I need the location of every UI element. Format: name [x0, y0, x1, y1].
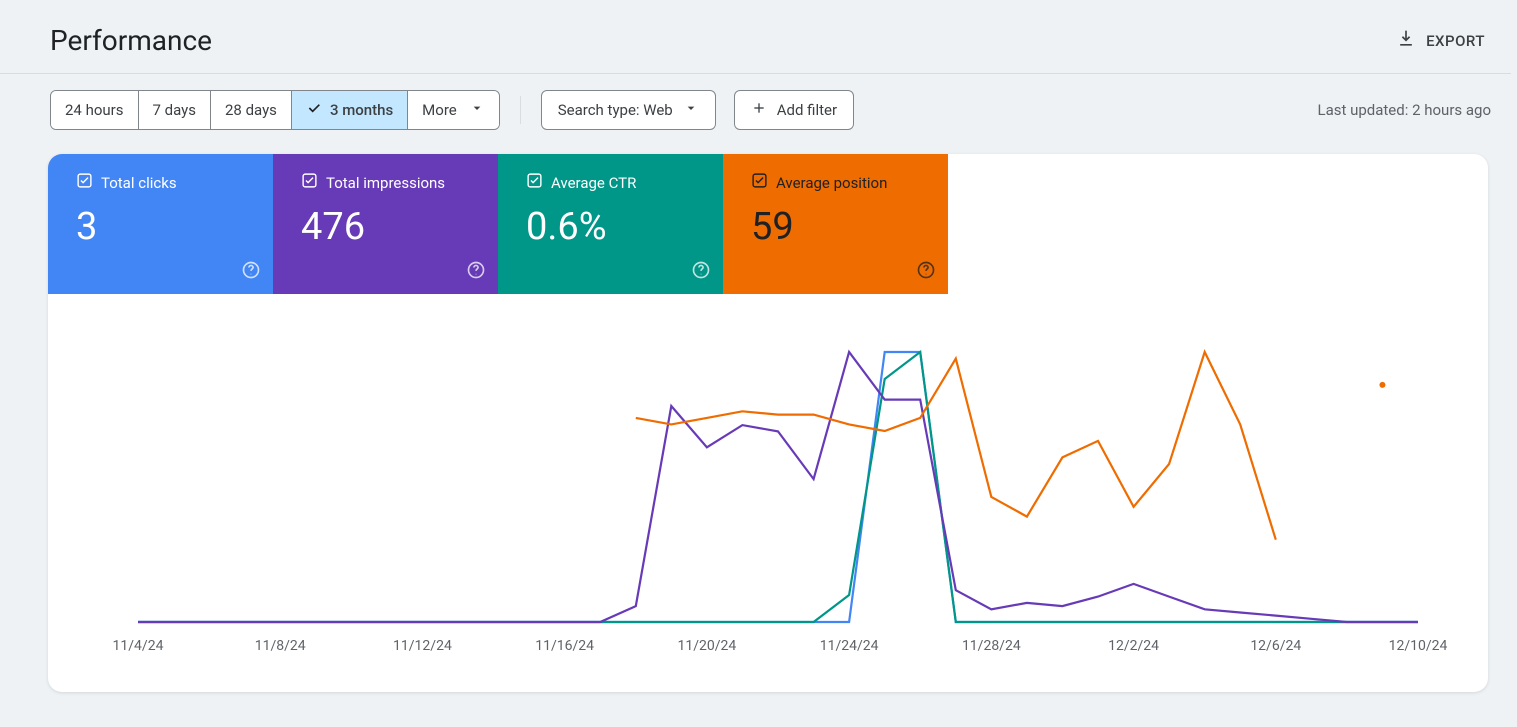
metric-value: 59 [751, 205, 932, 249]
metric-value: 0.6% [526, 205, 707, 249]
download-icon [1396, 29, 1416, 53]
metric-average-ctr[interactable]: Average CTR 0.6% [498, 154, 723, 294]
metric-average-position[interactable]: Average position 59 [723, 154, 948, 294]
metric-label: Average position [776, 174, 887, 192]
svg-text:12/6/24: 12/6/24 [1250, 638, 1301, 654]
plus-icon [751, 100, 767, 120]
search-type-dropdown[interactable]: Search type: Web [541, 90, 716, 130]
divider [520, 96, 521, 124]
export-label: EXPORT [1426, 32, 1485, 50]
metric-label: Total clicks [101, 174, 177, 192]
help-icon[interactable] [466, 260, 486, 284]
checkbox-checked-icon [751, 172, 768, 193]
metric-tiles: Total clicks 3 Total impressions 476 [48, 154, 1488, 294]
svg-text:11/16/24: 11/16/24 [535, 638, 594, 654]
help-icon[interactable] [241, 260, 261, 284]
performance-chart[interactable]: 11/4/24 11/8/24 11/12/24 11/16/24 11/20/24 11… [88, 342, 1448, 662]
checkbox-checked-icon [76, 172, 93, 193]
svg-text:11/28/24: 11/28/24 [962, 638, 1021, 654]
svg-text:12/2/24: 12/2/24 [1108, 638, 1159, 654]
range-option-24h[interactable]: 24 hours [51, 91, 139, 129]
metric-total-clicks[interactable]: Total clicks 3 [48, 154, 273, 294]
svg-text:11/12/24: 11/12/24 [393, 638, 452, 654]
range-option-more[interactable]: More [408, 91, 499, 129]
svg-text:11/4/24: 11/4/24 [113, 638, 164, 654]
svg-text:11/20/24: 11/20/24 [678, 638, 737, 654]
chevron-down-icon [683, 100, 699, 120]
svg-text:11/8/24: 11/8/24 [255, 638, 306, 654]
metric-total-impressions[interactable]: Total impressions 476 [273, 154, 498, 294]
last-updated: Last updated: 2 hours ago [1317, 101, 1501, 119]
metric-label: Total impressions [326, 174, 445, 192]
help-icon[interactable] [691, 260, 711, 284]
checkbox-checked-icon [301, 172, 318, 193]
check-icon [306, 100, 322, 120]
metric-value: 476 [301, 205, 482, 249]
export-button[interactable]: EXPORT [1396, 29, 1495, 53]
date-range-segmented: 24 hours 7 days 28 days 3 months More [50, 90, 500, 130]
checkbox-checked-icon [526, 172, 543, 193]
help-icon[interactable] [916, 260, 936, 284]
svg-text:11/24/24: 11/24/24 [820, 638, 879, 654]
svg-text:12/10/24: 12/10/24 [1389, 638, 1448, 654]
range-option-7d[interactable]: 7 days [139, 91, 212, 129]
range-option-28d[interactable]: 28 days [211, 91, 292, 129]
metric-label: Average CTR [551, 174, 636, 192]
add-filter-button[interactable]: Add filter [734, 90, 854, 130]
performance-card: Total clicks 3 Total impressions 476 [48, 154, 1488, 692]
page-title: Performance [50, 24, 212, 57]
range-option-3m[interactable]: 3 months [292, 91, 408, 129]
metric-value: 3 [76, 205, 257, 249]
chevron-down-icon [469, 100, 485, 120]
